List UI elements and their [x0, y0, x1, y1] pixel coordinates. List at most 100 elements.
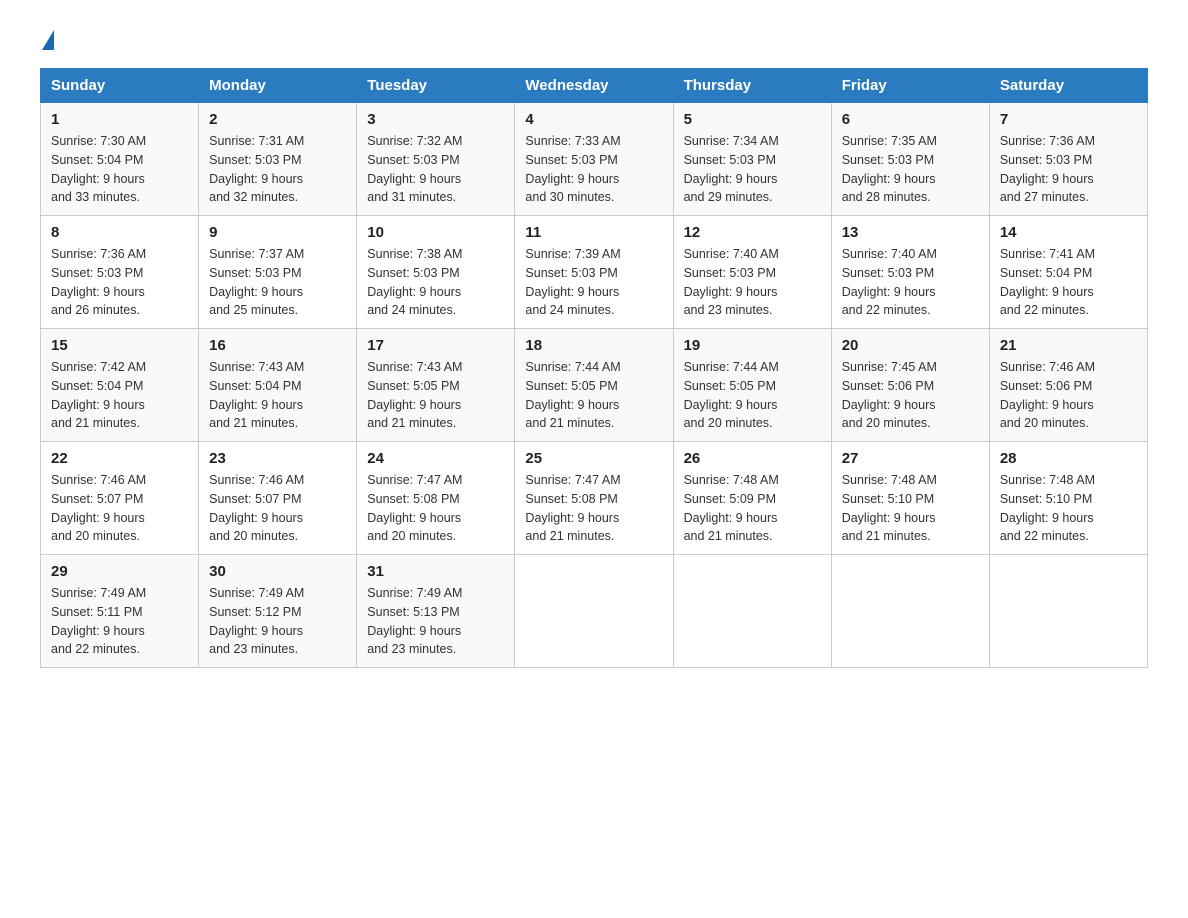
- day-info: Sunrise: 7:45 AMSunset: 5:06 PMDaylight:…: [842, 360, 937, 430]
- day-info: Sunrise: 7:46 AMSunset: 5:07 PMDaylight:…: [209, 473, 304, 543]
- col-header-wednesday: Wednesday: [515, 69, 673, 103]
- col-header-saturday: Saturday: [989, 69, 1147, 103]
- day-number: 16: [209, 337, 346, 354]
- day-info: Sunrise: 7:48 AMSunset: 5:10 PMDaylight:…: [1000, 473, 1095, 543]
- day-number: 13: [842, 224, 979, 241]
- day-info: Sunrise: 7:47 AMSunset: 5:08 PMDaylight:…: [367, 473, 462, 543]
- day-info: Sunrise: 7:44 AMSunset: 5:05 PMDaylight:…: [684, 360, 779, 430]
- day-number: 7: [1000, 111, 1137, 128]
- day-number: 9: [209, 224, 346, 241]
- day-number: 30: [209, 563, 346, 580]
- day-number: 31: [367, 563, 504, 580]
- day-info: Sunrise: 7:43 AMSunset: 5:05 PMDaylight:…: [367, 360, 462, 430]
- calendar-cell: 14 Sunrise: 7:41 AMSunset: 5:04 PMDayligh…: [989, 216, 1147, 329]
- day-info: Sunrise: 7:42 AMSunset: 5:04 PMDaylight:…: [51, 360, 146, 430]
- calendar-cell: 27 Sunrise: 7:48 AMSunset: 5:10 PMDayligh…: [831, 442, 989, 555]
- day-info: Sunrise: 7:30 AMSunset: 5:04 PMDaylight:…: [51, 134, 146, 204]
- calendar-cell: 25 Sunrise: 7:47 AMSunset: 5:08 PMDayligh…: [515, 442, 673, 555]
- calendar-cell: 17 Sunrise: 7:43 AMSunset: 5:05 PMDayligh…: [357, 329, 515, 442]
- day-number: 17: [367, 337, 504, 354]
- day-info: Sunrise: 7:31 AMSunset: 5:03 PMDaylight:…: [209, 134, 304, 204]
- day-number: 5: [684, 111, 821, 128]
- day-info: Sunrise: 7:38 AMSunset: 5:03 PMDaylight:…: [367, 247, 462, 317]
- calendar-cell: [989, 555, 1147, 668]
- day-info: Sunrise: 7:33 AMSunset: 5:03 PMDaylight:…: [525, 134, 620, 204]
- calendar-cell: 7Sunrise: 7:36 AMSunset: 5:03 PMDaylight…: [989, 103, 1147, 216]
- calendar-cell: 8 Sunrise: 7:36 AMSunset: 5:03 PMDaylight…: [41, 216, 199, 329]
- day-number: 24: [367, 450, 504, 467]
- calendar-cell: 30 Sunrise: 7:49 AMSunset: 5:12 PMDayligh…: [199, 555, 357, 668]
- day-number: 19: [684, 337, 821, 354]
- calendar-cell: 1 Sunrise: 7:30 AMSunset: 5:04 PMDaylight…: [41, 103, 199, 216]
- day-info: Sunrise: 7:46 AMSunset: 5:06 PMDaylight:…: [1000, 360, 1095, 430]
- calendar-cell: 21 Sunrise: 7:46 AMSunset: 5:06 PMDayligh…: [989, 329, 1147, 442]
- calendar-cell: 24 Sunrise: 7:47 AMSunset: 5:08 PMDayligh…: [357, 442, 515, 555]
- day-info: Sunrise: 7:35 AMSunset: 5:03 PMDaylight:…: [842, 134, 937, 204]
- day-number: 3: [367, 111, 504, 128]
- calendar-week-row: 1 Sunrise: 7:30 AMSunset: 5:04 PMDaylight…: [41, 103, 1148, 216]
- calendar-header-row: SundayMondayTuesdayWednesdayThursdayFrid…: [41, 69, 1148, 103]
- day-number: 22: [51, 450, 188, 467]
- day-info: Sunrise: 7:37 AMSunset: 5:03 PMDaylight:…: [209, 247, 304, 317]
- day-info: Sunrise: 7:43 AMSunset: 5:04 PMDaylight:…: [209, 360, 304, 430]
- day-number: 15: [51, 337, 188, 354]
- day-info: Sunrise: 7:49 AMSunset: 5:12 PMDaylight:…: [209, 586, 304, 656]
- day-number: 10: [367, 224, 504, 241]
- calendar-cell: 28 Sunrise: 7:48 AMSunset: 5:10 PMDayligh…: [989, 442, 1147, 555]
- calendar-cell: 20 Sunrise: 7:45 AMSunset: 5:06 PMDayligh…: [831, 329, 989, 442]
- col-header-sunday: Sunday: [41, 69, 199, 103]
- logo: [40, 30, 54, 48]
- calendar-cell: 6 Sunrise: 7:35 AMSunset: 5:03 PMDaylight…: [831, 103, 989, 216]
- day-info: Sunrise: 7:36 AMSunset: 5:03 PMDaylight:…: [51, 247, 146, 317]
- day-number: 26: [684, 450, 821, 467]
- day-number: 21: [1000, 337, 1137, 354]
- day-info: Sunrise: 7:40 AMSunset: 5:03 PMDaylight:…: [684, 247, 779, 317]
- day-number: 27: [842, 450, 979, 467]
- calendar-cell: 13 Sunrise: 7:40 AMSunset: 5:03 PMDayligh…: [831, 216, 989, 329]
- day-info: Sunrise: 7:47 AMSunset: 5:08 PMDaylight:…: [525, 473, 620, 543]
- day-info: Sunrise: 7:46 AMSunset: 5:07 PMDaylight:…: [51, 473, 146, 543]
- day-number: 28: [1000, 450, 1137, 467]
- day-number: 6: [842, 111, 979, 128]
- day-number: 2: [209, 111, 346, 128]
- col-header-friday: Friday: [831, 69, 989, 103]
- calendar-cell: 16 Sunrise: 7:43 AMSunset: 5:04 PMDayligh…: [199, 329, 357, 442]
- day-number: 14: [1000, 224, 1137, 241]
- day-info: Sunrise: 7:40 AMSunset: 5:03 PMDaylight:…: [842, 247, 937, 317]
- calendar-cell: 10 Sunrise: 7:38 AMSunset: 5:03 PMDayligh…: [357, 216, 515, 329]
- day-number: 18: [525, 337, 662, 354]
- day-info: Sunrise: 7:48 AMSunset: 5:10 PMDaylight:…: [842, 473, 937, 543]
- logo-triangle-icon: [42, 30, 54, 50]
- calendar-cell: [673, 555, 831, 668]
- day-info: Sunrise: 7:34 AMSunset: 5:03 PMDaylight:…: [684, 134, 779, 204]
- day-info: Sunrise: 7:48 AMSunset: 5:09 PMDaylight:…: [684, 473, 779, 543]
- calendar-cell: 23 Sunrise: 7:46 AMSunset: 5:07 PMDayligh…: [199, 442, 357, 555]
- day-info: Sunrise: 7:49 AMSunset: 5:11 PMDaylight:…: [51, 586, 146, 656]
- day-number: 25: [525, 450, 662, 467]
- calendar-week-row: 22 Sunrise: 7:46 AMSunset: 5:07 PMDayligh…: [41, 442, 1148, 555]
- calendar-week-row: 15 Sunrise: 7:42 AMSunset: 5:04 PMDayligh…: [41, 329, 1148, 442]
- day-number: 20: [842, 337, 979, 354]
- col-header-tuesday: Tuesday: [357, 69, 515, 103]
- calendar-week-row: 29 Sunrise: 7:49 AMSunset: 5:11 PMDayligh…: [41, 555, 1148, 668]
- day-number: 4: [525, 111, 662, 128]
- calendar-cell: 12 Sunrise: 7:40 AMSunset: 5:03 PMDayligh…: [673, 216, 831, 329]
- day-number: 12: [684, 224, 821, 241]
- calendar-cell: 2 Sunrise: 7:31 AMSunset: 5:03 PMDaylight…: [199, 103, 357, 216]
- day-number: 1: [51, 111, 188, 128]
- day-number: 29: [51, 563, 188, 580]
- calendar-cell: 15 Sunrise: 7:42 AMSunset: 5:04 PMDayligh…: [41, 329, 199, 442]
- calendar-cell: 31Sunrise: 7:49 AMSunset: 5:13 PMDayligh…: [357, 555, 515, 668]
- calendar-cell: 9 Sunrise: 7:37 AMSunset: 5:03 PMDaylight…: [199, 216, 357, 329]
- calendar-cell: 3Sunrise: 7:32 AMSunset: 5:03 PMDaylight…: [357, 103, 515, 216]
- day-info: Sunrise: 7:41 AMSunset: 5:04 PMDaylight:…: [1000, 247, 1095, 317]
- calendar-week-row: 8 Sunrise: 7:36 AMSunset: 5:03 PMDaylight…: [41, 216, 1148, 329]
- calendar-cell: 26 Sunrise: 7:48 AMSunset: 5:09 PMDayligh…: [673, 442, 831, 555]
- calendar-cell: [831, 555, 989, 668]
- day-number: 8: [51, 224, 188, 241]
- day-number: 23: [209, 450, 346, 467]
- calendar-cell: 18Sunrise: 7:44 AMSunset: 5:05 PMDayligh…: [515, 329, 673, 442]
- calendar-cell: 4 Sunrise: 7:33 AMSunset: 5:03 PMDaylight…: [515, 103, 673, 216]
- calendar-table: SundayMondayTuesdayWednesdayThursdayFrid…: [40, 68, 1148, 668]
- calendar-cell: 29 Sunrise: 7:49 AMSunset: 5:11 PMDayligh…: [41, 555, 199, 668]
